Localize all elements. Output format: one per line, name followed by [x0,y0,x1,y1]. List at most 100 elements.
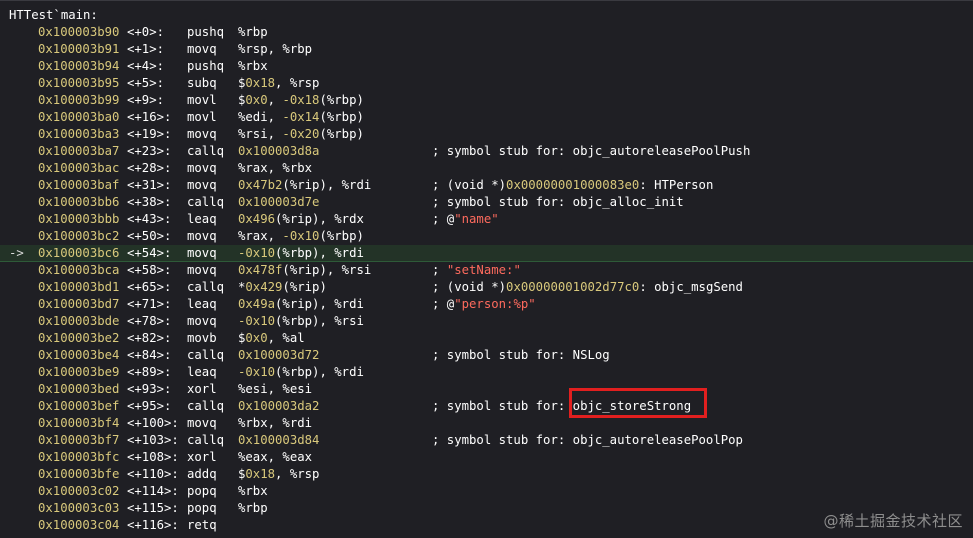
operands-segment: , %rsp [275,76,320,90]
instruction-operands: %rax, %rbx [238,160,312,177]
instruction-row[interactable]: 0x100003bef <+95>: callq 0x100003da2; symbo… [0,398,973,415]
instruction-operands: 0x47b2(%rip), %rdi [238,177,371,194]
instruction-operands: -0x10(%rbp), %rdi [238,364,364,381]
instruction-offset: <+0>: [127,25,165,39]
instruction-row[interactable]: 0x100003bd1 <+65>: callq *0x429(%rip) ; (voi… [0,279,973,296]
instruction-address: 0x100003be4 [38,348,120,362]
top-divider [0,0,973,1]
instruction-row-current[interactable]: -> 0x100003bc6 <+54>: movq -0x10(%rbp), %rdi [0,245,973,262]
operands-segment: %esi, %esi [238,382,313,396]
instruction-operands: %rbx [238,58,268,75]
instruction-mnemonic: leaq [187,365,217,379]
instruction-address: 0x100003bf4 [38,416,120,430]
instruction-offset: <+43>: [127,212,172,226]
instruction-row[interactable]: 0x100003bd7 <+71>: leaq 0x49a(%rip), %rdi ; … [0,296,973,313]
operands-segment: 0x478f [238,263,283,277]
instruction-address: 0x100003b99 [38,93,120,107]
instruction-row[interactable]: 0x100003bca <+58>: movq 0x478f(%rip), %rsi;… [0,262,973,279]
instruction-address: 0x100003bca [38,263,120,277]
instruction-row[interactable]: 0x100003b95 <+5>: subq $0x18, %rsp [0,75,973,92]
instruction-address: 0x100003baf [38,178,120,192]
instruction-row[interactable]: 0x100003bac <+28>: movq %rax, %rbx [0,160,973,177]
instruction-list: 0x100003b90 <+0>: pushq %rbp 0x100003b91 <+1>… [0,24,973,534]
comment-segment: ; @ [432,297,455,311]
instruction-mnemonic: movq [187,263,217,277]
instruction-row[interactable]: 0x100003bde <+78>: movq -0x10(%rbp), %rsi [0,313,973,330]
instruction-offset: <+71>: [127,297,172,311]
instruction-address: 0x100003ba3 [38,127,120,141]
operands-segment: (%rbp), %rdi [275,246,364,260]
instruction-address: 0x100003ba0 [38,110,120,124]
instruction-offset: <+89>: [127,365,172,379]
instruction-row[interactable]: 0x100003bf4 <+100>: movq %rbx, %rdi [0,415,973,432]
operands-segment: %rbp [238,501,268,515]
instruction-row[interactable]: 0x100003bed <+93>: xorl %esi, %esi [0,381,973,398]
operands-segment: 0x100003d7e [238,195,320,209]
instruction-offset: <+4>: [127,59,165,73]
instruction-offset: <+23>: [127,144,172,158]
instruction-row[interactable]: 0x100003bbb <+43>: leaq 0x496(%rip), %rdx ; … [0,211,973,228]
operands-segment: 0x496 [238,212,276,226]
instruction-offset: <+84>: [127,348,172,362]
instruction-address: 0x100003bf7 [38,433,120,447]
instruction-offset: <+100>: [127,416,179,430]
instruction-offset: <+1>: [127,42,165,56]
instruction-offset: <+110>: [127,467,179,481]
instruction-offset: <+65>: [127,280,172,294]
comment-segment: "person:%p" [454,297,536,311]
operands-segment: 0x429 [245,280,283,294]
instruction-mnemonic: callq [187,433,225,447]
instruction-mnemonic: callq [187,195,225,209]
operands-segment: 0x100003d72 [238,348,320,362]
instruction-address: 0x100003b94 [38,59,120,73]
instruction-row[interactable]: 0x100003b99 <+9>: movl $0x0, -0x18(%rbp) [0,92,973,109]
instruction-row[interactable]: 0x100003be9 <+89>: leaq -0x10(%rbp), %rdi [0,364,973,381]
instruction-row[interactable]: 0x100003baf <+31>: movq 0x47b2(%rip), %rdi;… [0,177,973,194]
instruction-row[interactable]: 0x100003b94 <+4>: pushq %rbx [0,58,973,75]
instruction-operands: %edi, -0x14(%rbp) [238,109,364,126]
instruction-operands: %eax, %eax [238,449,312,466]
instruction-offset: <+82>: [127,331,172,345]
instruction-row[interactable]: 0x100003c02 <+114>: popq %rbx [0,483,973,500]
operands-segment: (%rbp) [319,110,364,124]
instruction-row[interactable]: 0x100003ba7 <+23>: callq 0x100003d8a ; symbo… [0,143,973,160]
instruction-address: 0x100003be2 [38,331,120,345]
instruction-address: 0x100003b91 [38,42,120,56]
instruction-offset: <+95>: [127,399,172,413]
instruction-operands: 0x478f(%rip), %rsi [238,262,371,279]
instruction-offset: <+108>: [127,450,179,464]
instruction-comment: ; @"person:%p" [432,296,536,313]
instruction-row[interactable]: 0x100003bfe <+110>: addq $0x18, %rsp [0,466,973,483]
instruction-operands: 0x100003d84 [238,432,319,449]
comment-segment: ; @ [432,212,455,226]
operands-segment: -0x14 [282,110,320,124]
instruction-row[interactable]: 0x100003bb6 <+38>: callq 0x100003d7e ; symbo… [0,194,973,211]
comment-segment: : objc_msgSend [639,280,743,294]
instruction-row[interactable]: 0x100003bc2 <+50>: movq %rax, -0x10(%rbp) [0,228,973,245]
instruction-operands: 0x100003da2 [238,398,319,415]
operands-segment: %rbp [238,25,268,39]
instruction-row[interactable]: 0x100003be4 <+84>: callq 0x100003d72 ; symbo… [0,347,973,364]
instruction-mnemonic: movq [187,178,217,192]
instruction-offset: <+115>: [127,501,179,515]
instruction-address: 0x100003bfe [38,467,120,481]
operands-segment: , %rsp [275,467,320,481]
instruction-row[interactable]: 0x100003bfc <+108>: xorl %eax, %eax [0,449,973,466]
instruction-row[interactable]: 0x100003b91 <+1>: movq %rsp, %rbp [0,41,973,58]
instruction-mnemonic: movq [187,229,217,243]
operands-segment: 0x18 [245,76,276,90]
comment-segment: ; symbol stub for: objc_alloc_init [432,195,684,209]
instruction-mnemonic: callq [187,280,225,294]
instruction-row[interactable]: 0x100003ba3 <+19>: movq %rsi, -0x20(%rbp) [0,126,973,143]
instruction-row[interactable]: 0x100003b90 <+0>: pushq %rbp [0,24,973,41]
instruction-row[interactable]: 0x100003ba0 <+16>: movl %edi, -0x14(%rbp) [0,109,973,126]
instruction-operands: 0x100003d8a [238,143,319,160]
instruction-row[interactable]: 0x100003bf7 <+103>: callq 0x100003d84 ; symb… [0,432,973,449]
operands-segment: %rbx [238,484,268,498]
operands-segment: 0x100003d84 [238,433,320,447]
instruction-row[interactable]: 0x100003be2 <+82>: movb $0x0, %al [0,330,973,347]
instruction-offset: <+31>: [127,178,172,192]
function-header: HTTest`main: [9,8,98,22]
instruction-address: 0x100003bef [38,399,120,413]
operands-segment: (%rip) [282,280,327,294]
